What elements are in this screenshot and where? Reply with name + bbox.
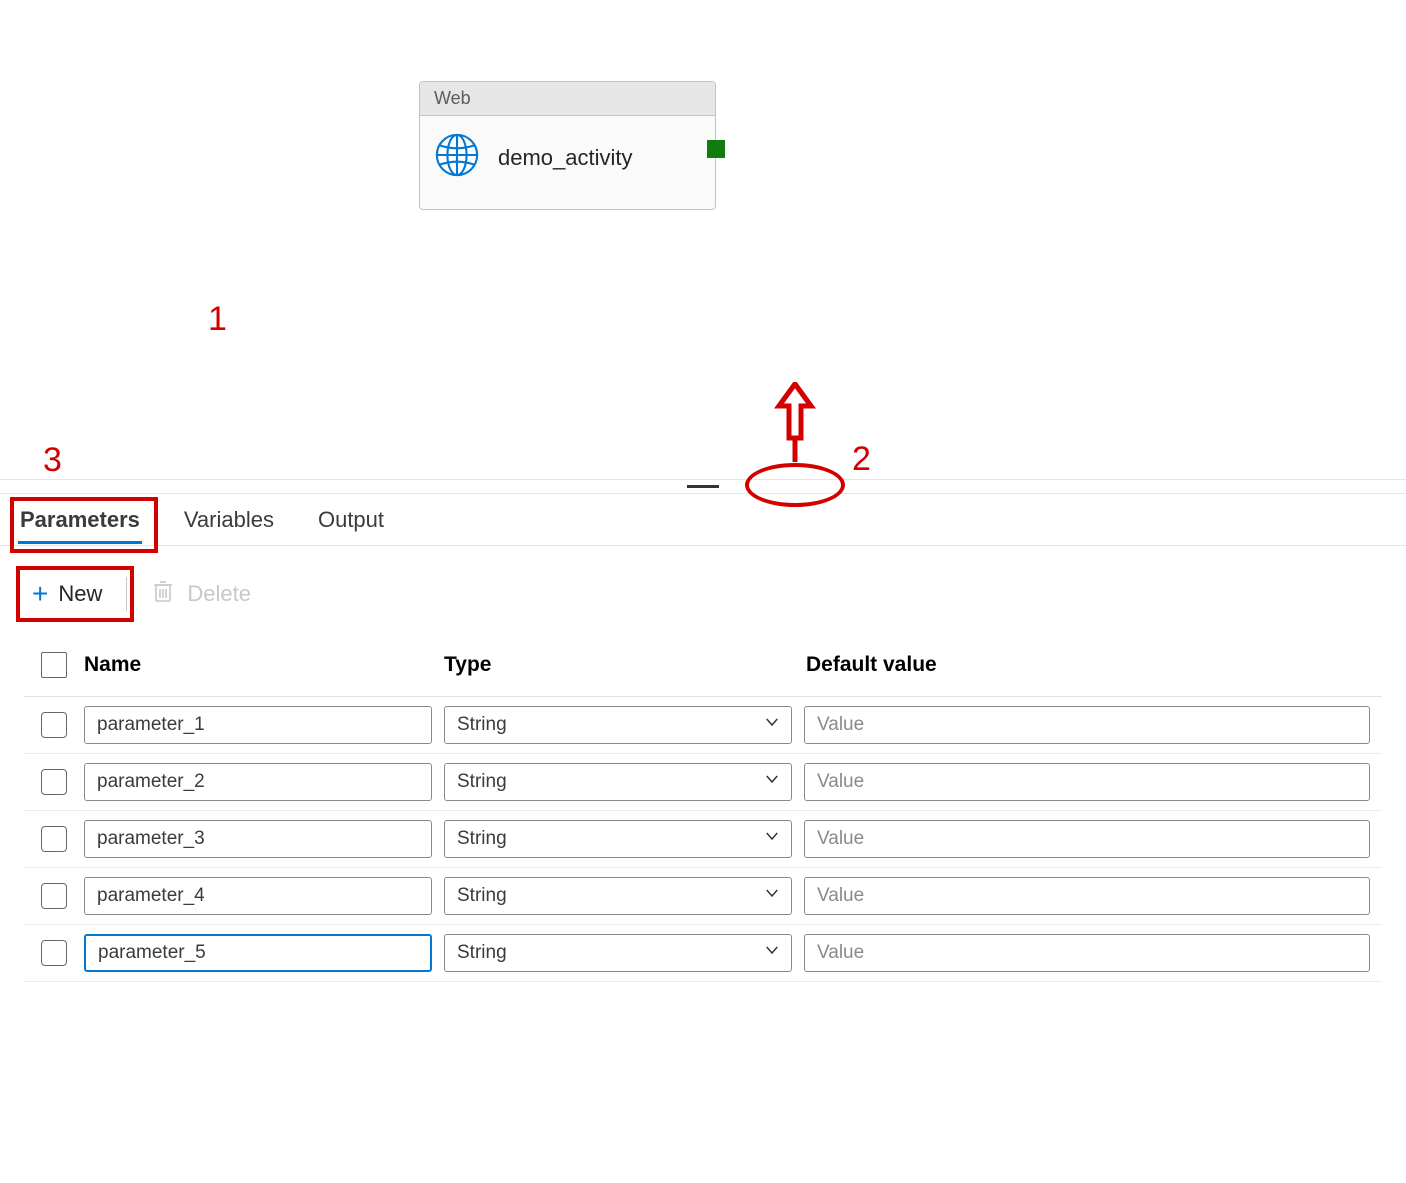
- param-type-select[interactable]: String: [444, 877, 792, 915]
- table-row: String: [24, 925, 1382, 982]
- select-all-checkbox[interactable]: [41, 652, 67, 678]
- header-type: Type: [444, 653, 806, 677]
- panel-resize-bar[interactable]: [0, 479, 1406, 494]
- param-type-value: String: [457, 885, 507, 907]
- annotation-2: 2: [852, 440, 871, 479]
- param-type-select[interactable]: String: [444, 706, 792, 744]
- tab-output[interactable]: Output: [316, 497, 386, 543]
- param-name-input[interactable]: [84, 706, 432, 744]
- param-name-input[interactable]: [84, 763, 432, 801]
- row-checkbox[interactable]: [41, 712, 67, 738]
- table-row: String: [24, 697, 1382, 754]
- table-row: String: [24, 811, 1382, 868]
- param-name-input[interactable]: [84, 934, 432, 972]
- activity-node[interactable]: Web demo_activity: [419, 81, 716, 210]
- param-type-select[interactable]: String: [444, 763, 792, 801]
- chevron-down-icon: [763, 884, 781, 908]
- table-row: String: [24, 754, 1382, 811]
- param-name-input[interactable]: [84, 820, 432, 858]
- annotation-1: 1: [208, 300, 227, 339]
- param-type-value: String: [457, 828, 507, 850]
- table-header-row: Name Type Default value: [24, 640, 1382, 697]
- annotation-box-parameters-tab: [10, 497, 158, 553]
- delete-button[interactable]: Delete: [149, 575, 253, 613]
- tab-variables[interactable]: Variables: [182, 497, 276, 543]
- row-checkbox[interactable]: [41, 826, 67, 852]
- parameters-table: Name Type Default value String String Stri…: [24, 640, 1382, 982]
- activity-name: demo_activity: [498, 145, 633, 171]
- param-name-input[interactable]: [84, 877, 432, 915]
- param-default-input[interactable]: [804, 934, 1370, 972]
- chevron-down-icon: [763, 713, 781, 737]
- param-type-value: String: [457, 942, 507, 964]
- pipeline-canvas[interactable]: Web demo_activity: [0, 0, 1406, 490]
- annotation-arrow-up-icon: [773, 382, 817, 462]
- detail-tabs: Parameters Variables Output: [0, 494, 1406, 546]
- resize-handle-icon: [687, 485, 719, 488]
- param-type-value: String: [457, 771, 507, 793]
- row-checkbox[interactable]: [41, 883, 67, 909]
- activity-output-port[interactable]: [707, 140, 725, 158]
- param-default-input[interactable]: [804, 763, 1370, 801]
- param-default-input[interactable]: [804, 877, 1370, 915]
- param-default-input[interactable]: [804, 706, 1370, 744]
- chevron-down-icon: [763, 941, 781, 965]
- annotation-ellipse-resize: [745, 463, 845, 507]
- param-default-input[interactable]: [804, 820, 1370, 858]
- chevron-down-icon: [763, 770, 781, 794]
- table-row: String: [24, 868, 1382, 925]
- annotation-3: 3: [43, 441, 62, 480]
- param-type-value: String: [457, 714, 507, 736]
- parameters-toolbar: + New Delete: [0, 556, 1406, 631]
- annotation-box-new-button: [16, 566, 134, 622]
- activity-type-label: Web: [420, 82, 715, 116]
- trash-icon: [151, 579, 187, 609]
- param-type-select[interactable]: String: [444, 820, 792, 858]
- globe-icon: [434, 132, 498, 183]
- param-type-select[interactable]: String: [444, 934, 792, 972]
- header-default: Default value: [806, 653, 1382, 677]
- header-name: Name: [84, 653, 444, 677]
- chevron-down-icon: [763, 827, 781, 851]
- row-checkbox[interactable]: [41, 769, 67, 795]
- delete-button-label: Delete: [187, 581, 251, 607]
- row-checkbox[interactable]: [41, 940, 67, 966]
